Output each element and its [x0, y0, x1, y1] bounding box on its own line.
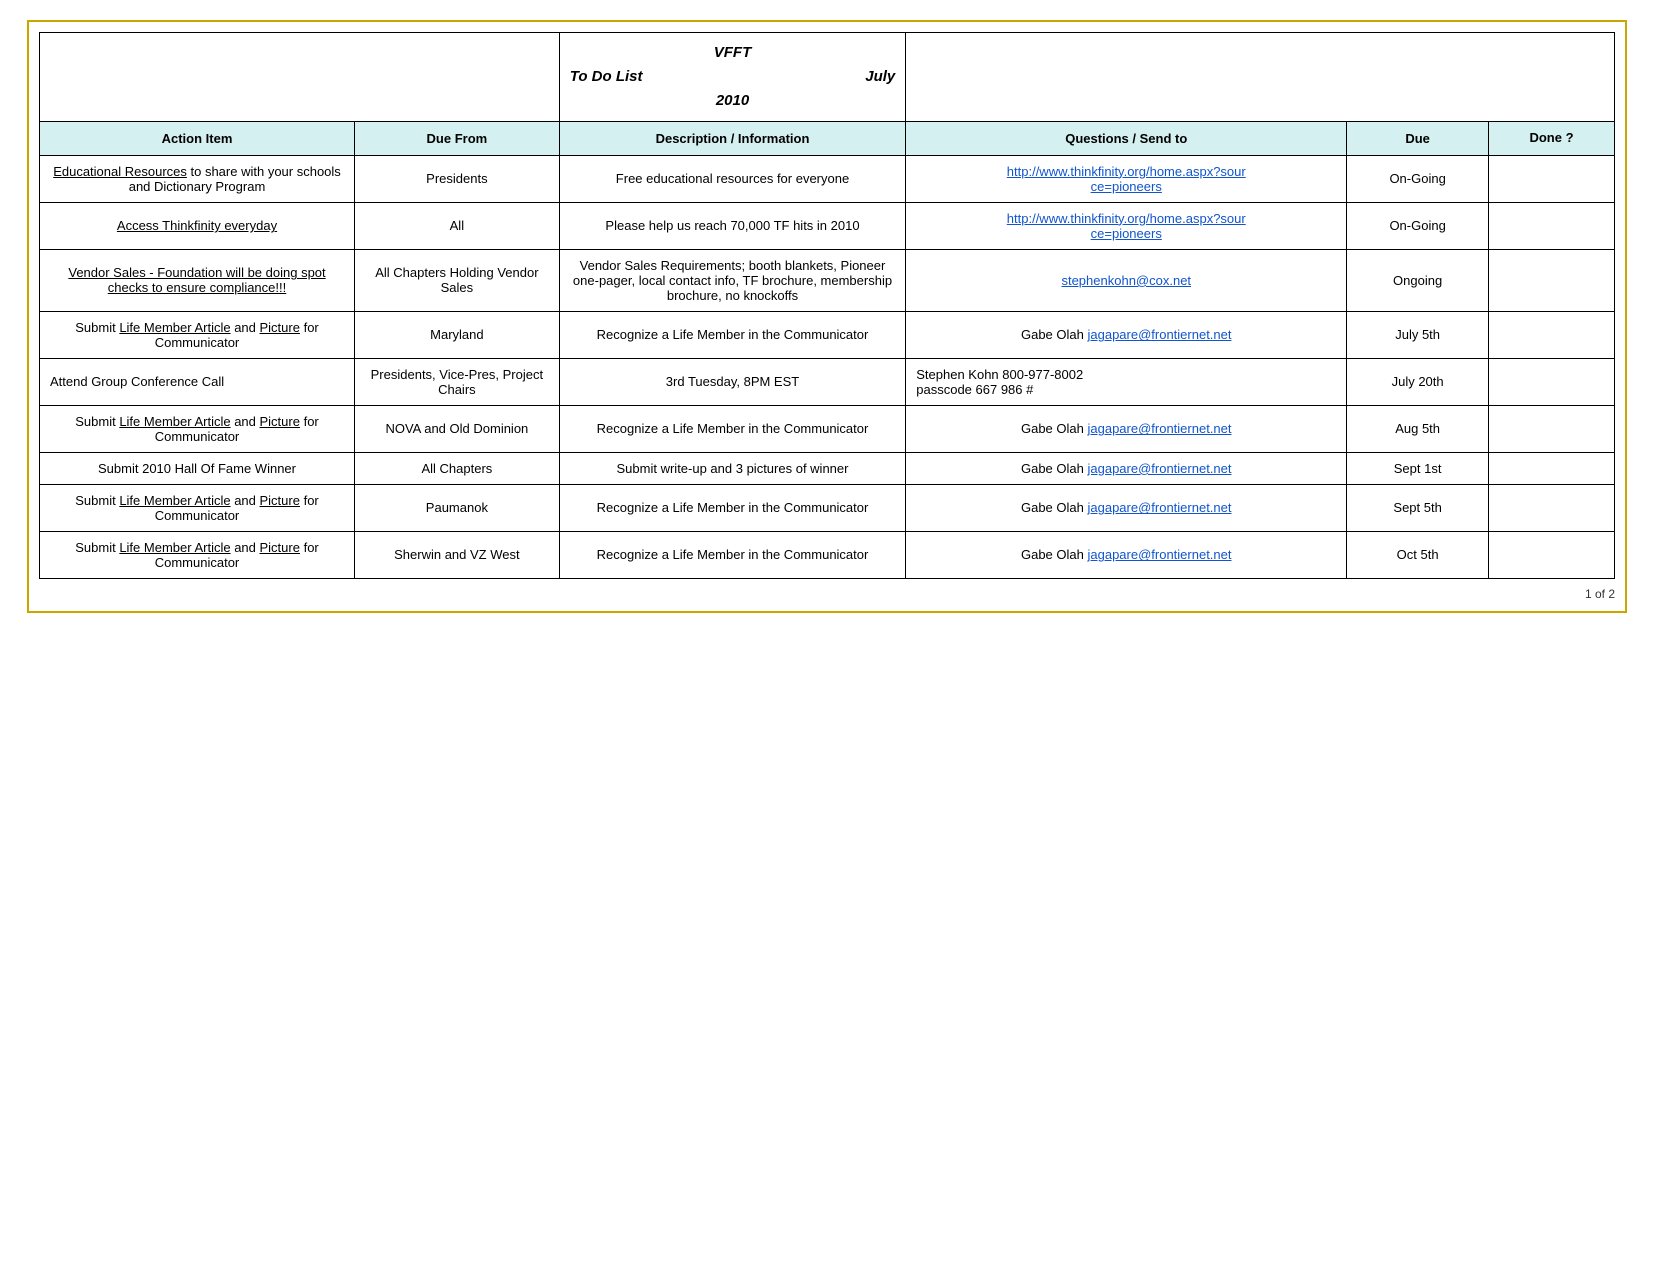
col-header-desc: Description / Information: [559, 122, 906, 156]
title-year: 2010: [570, 89, 896, 113]
questions-link[interactable]: jagapare@frontiernet.net: [1087, 421, 1231, 436]
table-row: Educational Resources to share with your…: [40, 155, 1615, 202]
description-cell: Recognize a Life Member in the Communica…: [559, 484, 906, 531]
main-table: VFFT To Do List July 2010 Action Item Du…: [39, 32, 1615, 579]
description-cell: Free educational resources for everyone: [559, 155, 906, 202]
done-cell: [1489, 202, 1615, 249]
due-from-cell: Paumanok: [355, 484, 560, 531]
action-underline: Life Member Article: [119, 320, 230, 335]
table-row: Submit Life Member Article and Picture f…: [40, 311, 1615, 358]
table-row: Submit Life Member Article and Picture f…: [40, 531, 1615, 578]
page-number: 1 of 2: [39, 579, 1615, 601]
description-cell: Vendor Sales Requirements; booth blanket…: [559, 249, 906, 311]
action-underline: Access Thinkfinity everyday: [117, 218, 277, 233]
description-cell: Recognize a Life Member in the Communica…: [559, 311, 906, 358]
questions-cell: Gabe Olah jagapare@frontiernet.net: [906, 484, 1347, 531]
action-item-cell: Attend Group Conference Call: [40, 358, 355, 405]
due-cell: Ongoing: [1347, 249, 1489, 311]
questions-link[interactable]: stephenkohn@cox.net: [1061, 273, 1191, 288]
page-wrapper: VFFT To Do List July 2010 Action Item Du…: [27, 20, 1627, 613]
action-item-cell: Submit Life Member Article and Picture f…: [40, 311, 355, 358]
due-from-cell: Presidents: [355, 155, 560, 202]
action-item-cell: Vendor Sales - Foundation will be doing …: [40, 249, 355, 311]
description-cell: Recognize a Life Member in the Communica…: [559, 531, 906, 578]
due-from-cell: All Chapters Holding Vendor Sales: [355, 249, 560, 311]
due-from-cell: All: [355, 202, 560, 249]
done-cell: [1489, 358, 1615, 405]
action-item-cell: Submit 2010 Hall Of Fame Winner: [40, 452, 355, 484]
table-row: Vendor Sales - Foundation will be doing …: [40, 249, 1615, 311]
description-cell: Submit write-up and 3 pictures of winner: [559, 452, 906, 484]
table-row: Submit 2010 Hall Of Fame Winner All Chap…: [40, 452, 1615, 484]
due-cell: July 5th: [1347, 311, 1489, 358]
questions-link[interactable]: jagapare@frontiernet.net: [1087, 500, 1231, 515]
questions-cell: Gabe Olah jagapare@frontiernet.net: [906, 311, 1347, 358]
table-row: Access Thinkfinity everyday All Please h…: [40, 202, 1615, 249]
done-cell: [1489, 405, 1615, 452]
due-cell: Oct 5th: [1347, 531, 1489, 578]
done-cell: [1489, 155, 1615, 202]
due-from-cell: Presidents, Vice-Pres, Project Chairs: [355, 358, 560, 405]
description-cell: Recognize a Life Member in the Communica…: [559, 405, 906, 452]
done-cell: [1489, 531, 1615, 578]
due-cell: July 20th: [1347, 358, 1489, 405]
action-underline2: Picture: [260, 540, 300, 555]
table-row: Attend Group Conference Call Presidents,…: [40, 358, 1615, 405]
questions-link[interactable]: http://www.thinkfinity.org/home.aspx?sou…: [1007, 164, 1246, 194]
title-line1: VFFT: [570, 41, 896, 65]
questions-link[interactable]: http://www.thinkfinity.org/home.aspx?sou…: [1007, 211, 1246, 241]
due-from-cell: Maryland: [355, 311, 560, 358]
done-cell: [1489, 311, 1615, 358]
action-underline2: Picture: [260, 414, 300, 429]
action-item-cell: Submit Life Member Article and Picture f…: [40, 484, 355, 531]
action-item-cell: Submit Life Member Article and Picture f…: [40, 531, 355, 578]
questions-cell: stephenkohn@cox.net: [906, 249, 1347, 311]
questions-cell: Stephen Kohn 800-977-8002passcode 667 98…: [906, 358, 1347, 405]
questions-link[interactable]: jagapare@frontiernet.net: [1087, 547, 1231, 562]
questions-cell: Gabe Olah jagapare@frontiernet.net: [906, 405, 1347, 452]
questions-link[interactable]: jagapare@frontiernet.net: [1087, 461, 1231, 476]
questions-cell: Gabe Olah jagapare@frontiernet.net: [906, 452, 1347, 484]
questions-cell: Gabe Olah jagapare@frontiernet.net: [906, 531, 1347, 578]
due-cell: On-Going: [1347, 202, 1489, 249]
questions-link[interactable]: jagapare@frontiernet.net: [1087, 327, 1231, 342]
col-header-action: Action Item: [40, 122, 355, 156]
title-row: VFFT To Do List July 2010: [40, 33, 1615, 122]
action-underline: Life Member Article: [119, 414, 230, 429]
due-cell: On-Going: [1347, 155, 1489, 202]
due-from-cell: Sherwin and VZ West: [355, 531, 560, 578]
action-item-cell: Access Thinkfinity everyday: [40, 202, 355, 249]
action-underline: Educational Resources: [53, 164, 187, 179]
due-cell: Aug 5th: [1347, 405, 1489, 452]
col-header-due: Due: [1347, 122, 1489, 156]
description-cell: Please help us reach 70,000 TF hits in 2…: [559, 202, 906, 249]
action-underline2: Picture: [260, 493, 300, 508]
action-underline: Life Member Article: [119, 540, 230, 555]
due-from-cell: NOVA and Old Dominion: [355, 405, 560, 452]
action-underline2: Picture: [260, 320, 300, 335]
action-underline: Life Member Article: [119, 493, 230, 508]
questions-cell: http://www.thinkfinity.org/home.aspx?sou…: [906, 202, 1347, 249]
done-cell: [1489, 249, 1615, 311]
action-item-cell: Submit Life Member Article and Picture f…: [40, 405, 355, 452]
done-cell: [1489, 484, 1615, 531]
due-from-cell: All Chapters: [355, 452, 560, 484]
due-cell: Sept 5th: [1347, 484, 1489, 531]
questions-cell: http://www.thinkfinity.org/home.aspx?sou…: [906, 155, 1347, 202]
description-cell: 3rd Tuesday, 8PM EST: [559, 358, 906, 405]
title-month: July: [865, 65, 895, 89]
table-row: Submit Life Member Article and Picture f…: [40, 405, 1615, 452]
action-underline: Vendor Sales - Foundation will be doing …: [68, 265, 325, 295]
col-header-questions: Questions / Send to: [906, 122, 1347, 156]
due-cell: Sept 1st: [1347, 452, 1489, 484]
column-header-row: Action Item Due From Description / Infor…: [40, 122, 1615, 156]
action-item-cell: Educational Resources to share with your…: [40, 155, 355, 202]
done-cell: [1489, 452, 1615, 484]
title-todo: To Do List: [570, 65, 643, 89]
table-row: Submit Life Member Article and Picture f…: [40, 484, 1615, 531]
col-header-done: Done ?: [1489, 122, 1615, 156]
col-header-from: Due From: [355, 122, 560, 156]
